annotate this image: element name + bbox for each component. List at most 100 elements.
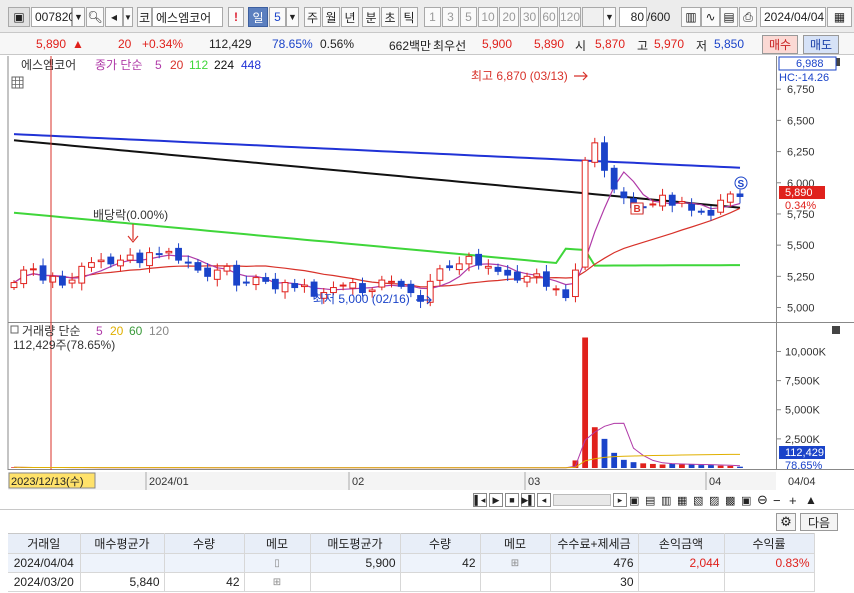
memo-add-icon[interactable]: ⊞ xyxy=(244,572,311,592)
stock-chart[interactable]: 에스엠코어 종가 단순 5 20 112 224 448 6,750 6,500 6… xyxy=(0,56,854,490)
turnover-ratio: 0.56% xyxy=(320,37,355,51)
trend-line-icon[interactable]: ∿ xyxy=(701,7,720,27)
sell-marker-label: S xyxy=(738,179,745,190)
cell-return xyxy=(724,572,815,592)
sell-button[interactable]: 매도 xyxy=(803,35,839,54)
code-dropdown-arrow-icon[interactable]: ▼ xyxy=(72,7,85,27)
stock-code-input[interactable]: 007820 xyxy=(31,7,75,27)
gear-icon[interactable]: ⚙ xyxy=(776,513,796,531)
tile-4-icon[interactable]: ▦ xyxy=(677,494,691,507)
candle-body xyxy=(136,252,144,264)
scroll-play-icon[interactable]: ▶ xyxy=(489,493,503,507)
volume-last-pct: 78.65% xyxy=(785,460,823,472)
col-return-rate: 수익률 xyxy=(724,533,815,554)
cell-sell-avg xyxy=(310,572,401,592)
minute-120-button[interactable]: 120 xyxy=(559,7,581,27)
tile-2-icon[interactable]: ▤ xyxy=(645,494,659,507)
display-count-input[interactable]: 80 xyxy=(619,7,647,27)
candle-body xyxy=(339,284,347,287)
tile-7-icon[interactable]: ▩ xyxy=(725,494,739,507)
period-monthly-button[interactable]: 월 xyxy=(322,7,340,27)
scroll-track[interactable] xyxy=(553,494,611,506)
move-right-icon[interactable]: ▲ xyxy=(805,493,819,507)
volume-legend-label: 거래량 단순 xyxy=(22,324,81,338)
volume-panel-close-icon[interactable] xyxy=(832,326,840,334)
period-dropdown-icon[interactable]: ▼ xyxy=(286,7,299,27)
date-input[interactable]: 2024/04/04 xyxy=(760,7,826,27)
trade-table: 거래일 매수평균가 수량 메모 매도평균가 수량 메모 수수료+제세금 손익금액… xyxy=(8,533,815,592)
memo-doc-icon[interactable]: ▯ xyxy=(244,553,311,573)
print-icon[interactable]: ⎙ xyxy=(739,7,757,27)
high-annotation: 최고 6,870 (03/13) xyxy=(471,69,568,83)
speaker-dropdown-icon[interactable]: ▼ xyxy=(123,7,133,27)
candle-body xyxy=(39,265,47,281)
x-label-04: 04 xyxy=(709,476,721,488)
tile-5-icon[interactable]: ▧ xyxy=(693,494,707,507)
period-weekly-button[interactable]: 주 xyxy=(304,7,321,27)
candle-body xyxy=(552,288,560,291)
minute-5-button[interactable]: 5 xyxy=(460,7,477,27)
buy-button[interactable]: 매수 xyxy=(762,35,798,54)
minute-60-button[interactable]: 60 xyxy=(540,7,558,27)
custom-period-dropdown-icon[interactable]: ▼ xyxy=(603,7,616,27)
next-button[interactable]: 다음 xyxy=(800,513,838,531)
search-icon[interactable]: 🔍︎ xyxy=(86,7,104,27)
minute-20-button[interactable]: 20 xyxy=(499,7,519,27)
period-minute-button[interactable]: 분 xyxy=(362,7,380,27)
trade-amount: 662백만 xyxy=(389,39,432,53)
period-daily-button[interactable]: 일 xyxy=(248,7,268,27)
period-tick-button[interactable]: 틱 xyxy=(400,7,418,27)
volume-bar xyxy=(698,465,705,468)
tile-6-icon[interactable]: ▨ xyxy=(709,494,723,507)
memo-add-icon[interactable]: ⊞ xyxy=(480,553,551,573)
window-layout-icon[interactable]: ▣ xyxy=(8,7,30,27)
scroll-right-icon[interactable]: ▸ xyxy=(613,493,627,507)
tile-8-icon[interactable]: ▣ xyxy=(741,494,755,507)
candle-body xyxy=(620,191,628,199)
calendar-icon[interactable]: ▦ xyxy=(827,7,852,27)
x-axis xyxy=(8,472,776,490)
candle-body xyxy=(281,282,289,293)
current-price: 5,890 xyxy=(36,37,67,51)
minute-3-button[interactable]: 3 xyxy=(442,7,459,27)
table-row[interactable]: 2024/04/04 ▯ 5,900 42 ⊞ 476 2,044 0.83% xyxy=(8,553,815,573)
stock-name-field[interactable]: 에스엠코어 xyxy=(152,7,223,27)
volume-bar xyxy=(640,463,647,468)
chart-type-icon[interactable]: ▥ xyxy=(681,7,701,27)
table-header-row: 거래일 매수평균가 수량 메모 매도평균가 수량 메모 수수료+제세금 손익금액… xyxy=(8,533,815,554)
grid-toggle-icon[interactable] xyxy=(11,76,24,89)
speaker-icon[interactable]: ◂ xyxy=(105,7,123,27)
volume-bar xyxy=(630,462,637,468)
candle-body xyxy=(668,194,676,206)
scroll-left-icon[interactable]: ◂ xyxy=(537,493,551,507)
table-row[interactable]: 2024/03/20 5,840 42 ⊞ 30 xyxy=(8,572,815,592)
save-icon[interactable]: ▤ xyxy=(720,7,738,27)
minute-1-button[interactable]: 1 xyxy=(424,7,441,27)
legend-stock-name: 에스엠코어 xyxy=(21,58,76,72)
candle-body xyxy=(78,265,86,284)
open-label: 시 xyxy=(575,39,587,53)
volume-current: 112,429주(78.65%) xyxy=(13,338,115,352)
period-second-button[interactable]: 초 xyxy=(381,7,399,27)
candle-body xyxy=(271,278,279,290)
tile-1-icon[interactable]: ▣ xyxy=(629,494,643,507)
candle-body xyxy=(610,167,618,190)
period-yearly-button[interactable]: 년 xyxy=(341,7,359,27)
tile-3-icon[interactable]: ▥ xyxy=(661,494,675,507)
scroll-first-icon[interactable]: ▌◂ xyxy=(473,493,487,507)
minute-10-button[interactable]: 10 xyxy=(478,7,498,27)
volume-bar xyxy=(649,463,656,468)
candle-body xyxy=(562,289,570,299)
candle-body xyxy=(397,280,405,287)
last-price-pct: 0.34% xyxy=(785,200,816,212)
scroll-stop-icon[interactable]: ■ xyxy=(505,493,519,507)
zoom-in-icon[interactable]: + xyxy=(789,493,803,508)
period-number[interactable]: 5 xyxy=(269,7,286,27)
alert-button[interactable]: ! xyxy=(228,7,244,27)
minute-30-button[interactable]: 30 xyxy=(520,7,539,27)
price-change-pct: +0.34% xyxy=(142,37,184,51)
zoom-reset-icon[interactable]: ⊖ xyxy=(757,492,771,508)
zoom-out-icon[interactable]: − xyxy=(773,493,787,508)
scroll-next-icon[interactable]: ▶▌ xyxy=(521,493,535,507)
candle-body xyxy=(165,250,173,254)
